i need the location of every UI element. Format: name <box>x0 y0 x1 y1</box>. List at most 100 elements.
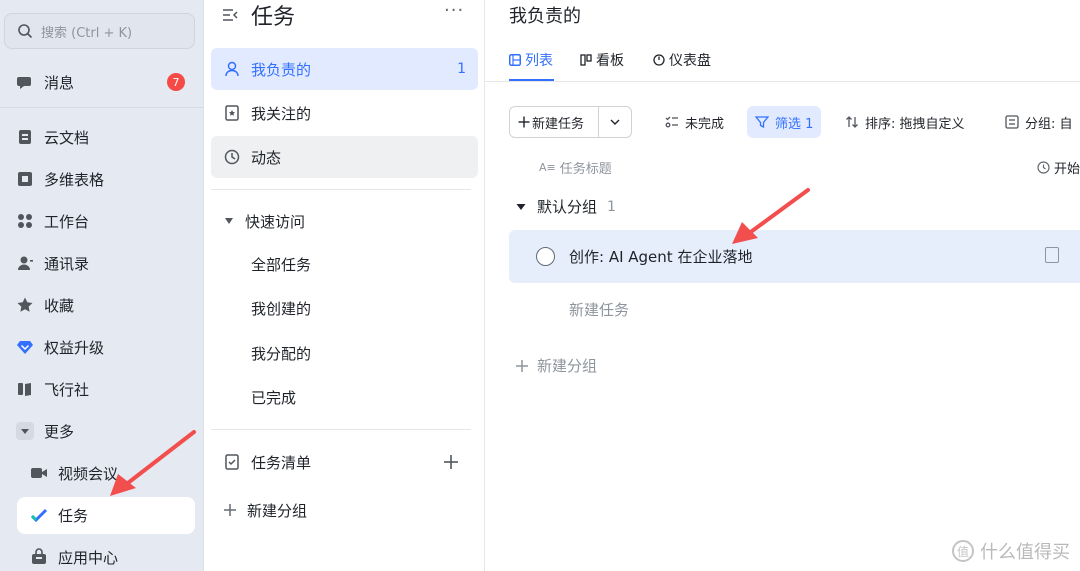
group-name: 默认分组 <box>537 198 598 216</box>
new-task-main[interactable]: 新建任务 <box>510 107 600 137</box>
nav-item-messages[interactable]: 消息 <box>16 64 74 100</box>
task-list-label: 任务清单 <box>251 453 312 472</box>
group-by-button[interactable]: 分组: 自 <box>1005 106 1073 138</box>
nav-item-docs[interactable]: 云文档 <box>16 119 89 155</box>
tab-dashboard[interactable]: 仪表盘 <box>653 50 711 70</box>
sidebar-divider <box>211 429 471 430</box>
watermark-logo-icon: 值 <box>952 540 974 562</box>
quick-access-all-tasks[interactable]: 全部任务 <box>251 252 311 276</box>
watermark-text: 什么值得买 <box>980 542 1070 563</box>
column-header-title[interactable]: A≡ 任务标题 <box>539 158 612 177</box>
nav-item-video-meeting[interactable]: 视频会议 <box>30 455 118 491</box>
column-label: 开始 <box>1054 162 1080 177</box>
task-list-icon <box>225 454 239 470</box>
nav-label: 任务 <box>58 506 89 525</box>
filter-label: 筛选 1 <box>775 116 814 132</box>
caret-down-icon <box>225 218 233 224</box>
nav-label: 多维表格 <box>44 170 105 189</box>
plus-icon <box>516 359 528 372</box>
nav-label: 消息 <box>44 73 75 92</box>
nav-label: 更多 <box>44 422 75 441</box>
task-detail-icon[interactable] <box>1045 247 1059 263</box>
plus-icon <box>224 504 236 516</box>
nav-item-tasks[interactable]: 任务 <box>30 497 88 533</box>
new-group-label: 新建分组 <box>247 501 308 520</box>
diamond-icon <box>16 338 34 356</box>
nav-item-app-center[interactable]: 应用中心 <box>30 539 118 571</box>
sidebar-new-group-button[interactable]: 新建分组 <box>211 489 478 531</box>
task-sidebar: 任务 ··· 我负责的 1 我关注的 动态 快速访问 全部任务 我创建的 我分配… <box>204 0 485 571</box>
group-header-default[interactable]: 默认分组 1 <box>515 196 616 217</box>
check-icon <box>30 506 48 524</box>
nav-item-favorites[interactable]: 收藏 <box>16 287 74 323</box>
video-icon <box>30 464 48 482</box>
person-icon <box>225 61 239 77</box>
more-options-icon[interactable]: ··· <box>444 0 464 21</box>
column-header-start[interactable]: 开始 <box>1037 158 1080 177</box>
nav-item-bitable[interactable]: 多维表格 <box>16 161 104 197</box>
search-icon <box>18 24 33 39</box>
caret-down-icon <box>16 422 34 440</box>
task-complete-checkbox[interactable] <box>536 247 555 266</box>
sidebar-item-following[interactable]: 我关注的 <box>211 92 478 134</box>
sort-label: 排序: 拖拽自定义 <box>865 116 965 132</box>
task-sidebar-title: 任务 <box>251 5 296 30</box>
star-icon <box>16 296 34 314</box>
filter-button[interactable]: 筛选 1 <box>747 106 822 138</box>
group-count: 1 <box>607 198 616 215</box>
task-row[interactable]: 创作: AI Agent 在企业落地 <box>509 230 1080 283</box>
quick-access-assigned[interactable]: 我分配的 <box>251 341 311 365</box>
quick-access-toggle[interactable]: 快速访问 <box>211 200 478 242</box>
tab-label: 仪表盘 <box>669 53 711 69</box>
inline-new-task[interactable]: 新建任务 <box>569 299 629 320</box>
checklist-icon <box>665 116 678 128</box>
task-list-section[interactable]: 任务清单 <box>211 441 478 483</box>
tab-kanban[interactable]: 看板 <box>580 50 624 70</box>
nav-item-more[interactable]: 更多 <box>16 413 74 449</box>
caret-down-icon <box>516 203 526 210</box>
group-icon <box>1005 115 1019 129</box>
quick-access-created[interactable]: 我创建的 <box>251 296 311 320</box>
sidebar-item-label: 动态 <box>251 148 282 167</box>
task-title[interactable]: 创作: AI Agent 在企业落地 <box>569 246 752 267</box>
text-field-icon: A≡ <box>539 161 556 174</box>
incomplete-label: 未完成 <box>685 116 725 132</box>
nav-item-upgrade[interactable]: 权益升级 <box>16 329 104 365</box>
filter-icon <box>755 116 769 129</box>
tab-list[interactable]: 列表 <box>509 50 553 70</box>
new-task-button[interactable]: 新建任务 <box>509 106 632 138</box>
quick-access-completed[interactable]: 已完成 <box>251 385 296 409</box>
nav-item-contacts[interactable]: 通讯录 <box>16 245 89 281</box>
sort-button[interactable]: 排序: 拖拽自定义 <box>845 106 965 138</box>
bag-icon <box>30 548 48 566</box>
nav-item-feixingshe[interactable]: 飞行社 <box>16 371 89 407</box>
list-view-icon <box>509 54 521 66</box>
nav-label: 视频会议 <box>58 464 119 483</box>
toolbar: 新建任务 <box>509 106 632 138</box>
add-task-list-icon[interactable] <box>443 454 459 470</box>
incomplete-filter-button[interactable]: 未完成 <box>665 106 724 138</box>
left-nav: 搜索 (Ctrl + K) 消息 7 云文档 多维表格 工作台 通讯录 收藏 权… <box>0 0 204 571</box>
tab-divider <box>485 81 1080 82</box>
plus-icon <box>518 116 530 128</box>
sidebar-item-label: 我负责的 <box>251 60 312 79</box>
nav-item-workplace[interactable]: 工作台 <box>16 203 89 239</box>
contacts-icon <box>16 254 34 272</box>
table-icon <box>16 170 34 188</box>
bookmark-star-icon <box>225 105 239 121</box>
nav-label: 应用中心 <box>58 548 119 567</box>
unread-badge: 7 <box>167 73 185 91</box>
new-task-dropdown[interactable] <box>599 107 631 137</box>
column-label: 任务标题 <box>559 162 612 177</box>
collapse-menu-icon[interactable] <box>221 6 239 24</box>
sidebar-item-my-responsible[interactable]: 我负责的 1 <box>211 48 478 90</box>
nav-divider <box>0 107 204 108</box>
document-icon <box>16 128 34 146</box>
nav-label: 通讯录 <box>44 254 90 273</box>
global-search-input[interactable]: 搜索 (Ctrl + K) <box>4 13 195 49</box>
chevron-down-icon <box>610 119 620 125</box>
new-group-button[interactable]: 新建分组 <box>515 355 597 376</box>
book-icon <box>16 380 34 398</box>
sidebar-item-activity[interactable]: 动态 <box>211 136 478 178</box>
sidebar-divider <box>211 189 471 190</box>
